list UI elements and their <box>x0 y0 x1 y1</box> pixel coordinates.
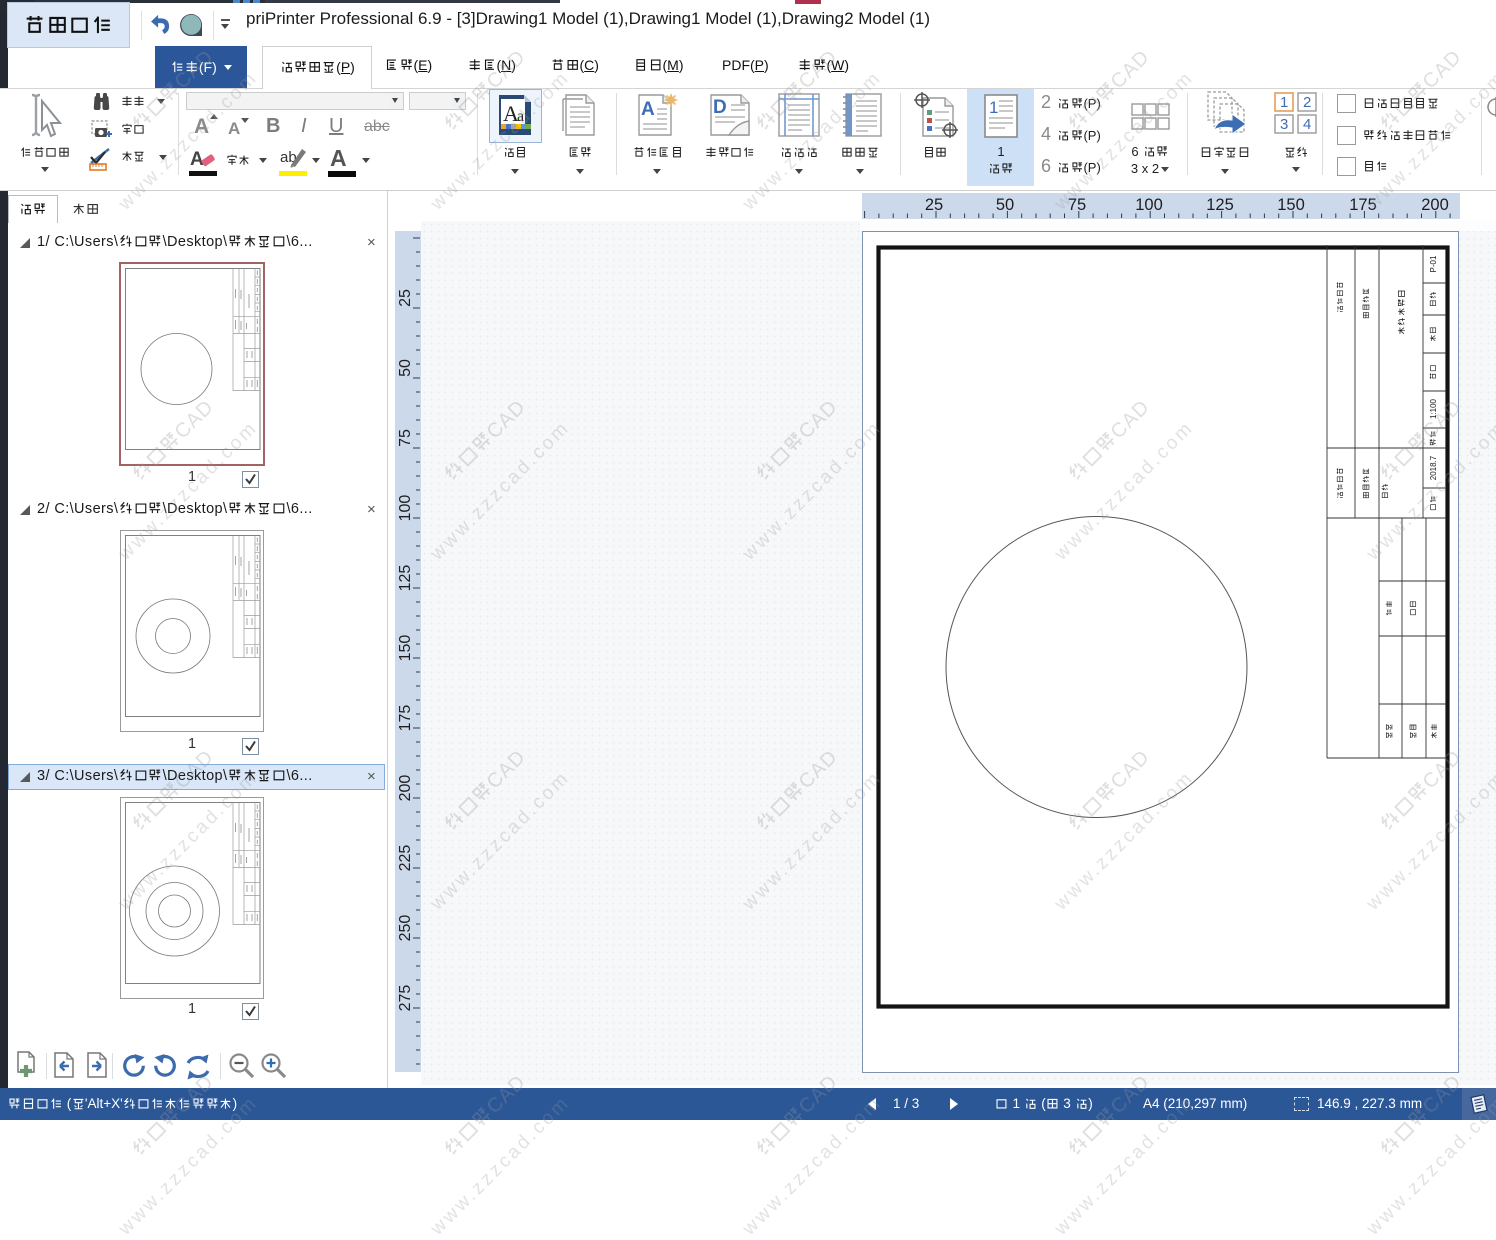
svg-text:3: 3 <box>1280 116 1288 133</box>
svg-text:1: 1 <box>989 98 998 117</box>
svg-text:D: D <box>713 97 727 118</box>
svg-text:4: 4 <box>1303 116 1311 133</box>
svg-text:1: 1 <box>1280 94 1288 111</box>
svg-text:A: A <box>641 99 655 120</box>
svg-text:a: a <box>517 108 524 125</box>
svg-text:2: 2 <box>1303 94 1311 111</box>
